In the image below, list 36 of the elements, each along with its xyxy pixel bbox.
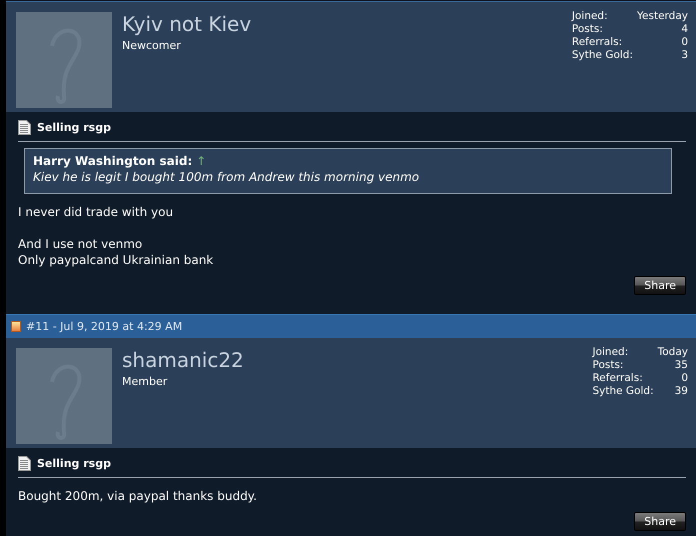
share-button[interactable]: Share (634, 512, 686, 531)
stat-value: 39 (674, 385, 688, 398)
document-icon (18, 456, 31, 471)
stat-label: Sythe Gold: (572, 49, 634, 62)
stat-label: Joined: (592, 346, 630, 359)
username[interactable]: shamanic22 (122, 348, 592, 372)
thread-title: Selling rsgp (37, 457, 111, 470)
user-rank: Newcomer (122, 39, 182, 52)
post-text: Bought 200m, via paypal thanks buddy. (18, 488, 258, 504)
post-date[interactable]: #11 - Jul 9, 2019 at 4:29 AM (26, 320, 182, 333)
stat-value: Today (658, 346, 688, 359)
avatar-placeholder[interactable] (16, 12, 112, 108)
post-text: I never did trade with you (18, 204, 174, 220)
document-icon (18, 120, 31, 135)
username[interactable]: Kyiv not Kiev (122, 12, 572, 36)
stat-value: Yesterday (637, 10, 688, 23)
quote-link[interactable]: ↑ (196, 154, 206, 168)
stat-value: 3 (680, 49, 688, 62)
stat-label: Sythe Gold: (592, 385, 654, 398)
user-rank: Member (122, 375, 168, 388)
stat-label: Joined: (572, 10, 609, 23)
stat-value: 4 (680, 23, 688, 36)
avatar-placeholder[interactable] (16, 348, 112, 444)
stat-value: 0 (680, 36, 688, 49)
note-icon (11, 321, 21, 332)
post-text: And I use not venmo Only paypalcand Ukrainian bank (18, 236, 214, 268)
stat-label: Posts: (572, 23, 604, 36)
stat-label: Referrals: (572, 36, 624, 49)
quote-author: Harry Washington said: (33, 154, 192, 168)
stat-label: Referrals: (592, 372, 644, 385)
stat-value: 0 (680, 372, 688, 385)
stat-value: 35 (674, 359, 688, 372)
quote-text: Kiev he is legit I bought 100m from Andrew this morning venmo (33, 170, 420, 184)
thread-title: Selling rsgp (37, 121, 111, 134)
stat-label: Posts: (592, 359, 624, 372)
share-button[interactable]: Share (634, 276, 686, 295)
